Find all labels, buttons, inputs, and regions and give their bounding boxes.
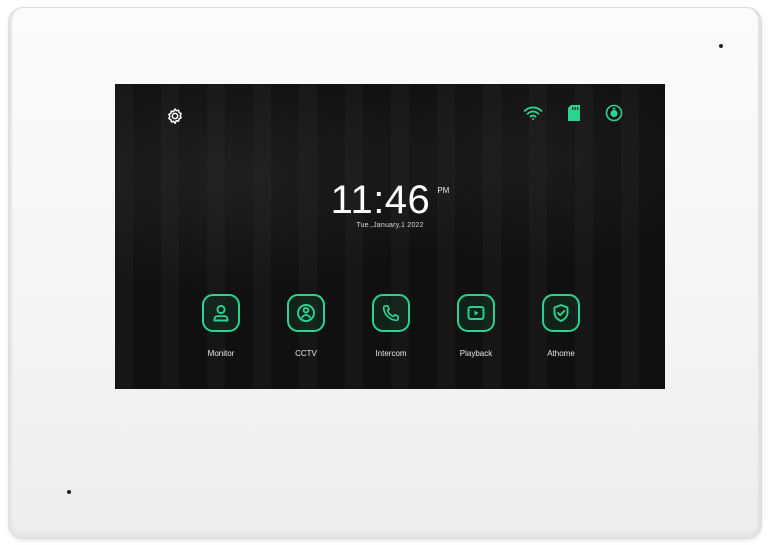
clock-date: Tue.,January,1 2022 (356, 222, 424, 229)
record-timer-icon (605, 104, 623, 122)
app-monitor-label: Monitor (207, 349, 235, 358)
gear-icon (168, 108, 182, 124)
touch-screen: 11:46 PM Tue.,January,1 2022 Monitor CCT… (115, 84, 665, 389)
app-athome[interactable]: Athome (531, 294, 591, 358)
app-cctv[interactable]: CCTV (276, 294, 336, 358)
person-icon (213, 304, 229, 322)
play-icon (467, 306, 485, 320)
phone-icon (382, 305, 399, 322)
settings-button[interactable] (165, 106, 185, 126)
clock-widget: 11:46 PM Tue.,January,1 2022 (115, 180, 665, 229)
app-playback[interactable]: Playback (446, 294, 506, 358)
app-intercom[interactable]: Intercom (361, 294, 421, 358)
app-cctv-label: CCTV (295, 349, 317, 358)
app-launcher: Monitor CCTV Intercom Playback Athome (191, 294, 591, 358)
clock-time: 11:46 (330, 178, 431, 222)
sd-card-icon (568, 105, 580, 121)
intercom-device: 11:46 PM Tue.,January,1 2022 Monitor CCT… (9, 8, 761, 538)
app-monitor-tile[interactable] (202, 294, 240, 332)
app-cctv-tile[interactable] (287, 294, 325, 332)
app-intercom-tile[interactable] (372, 294, 410, 332)
microphone-hole (67, 490, 71, 494)
app-athome-tile[interactable] (542, 294, 580, 332)
clock-time-row: 11:46 PM (331, 180, 450, 220)
clock-ampm: PM (437, 186, 450, 195)
wifi-icon (523, 106, 543, 120)
app-playback-tile[interactable] (457, 294, 495, 332)
app-monitor[interactable]: Monitor (191, 294, 251, 358)
proximity-sensor (719, 44, 723, 48)
status-bar (523, 104, 623, 122)
camera-icon (297, 304, 315, 322)
app-playback-label: Playback (459, 349, 493, 358)
app-athome-label: Athome (547, 349, 575, 358)
shield-check-icon (553, 304, 569, 322)
app-intercom-label: Intercom (375, 349, 407, 358)
